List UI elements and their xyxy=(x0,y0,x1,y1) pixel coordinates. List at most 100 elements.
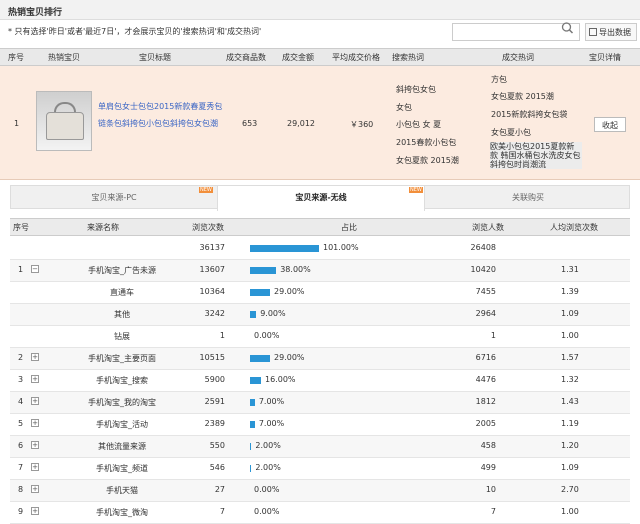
col-deal-words: 成交热词 xyxy=(502,53,534,62)
tab-label: 关联购买 xyxy=(512,193,544,202)
visitors-count: 10 xyxy=(485,485,496,494)
expand-icon[interactable]: + xyxy=(31,419,39,427)
product-title-link[interactable]: 单肩包女士包包2015新款春夏秀包链条包斜挎包小包包斜挎包女包潮 xyxy=(98,98,228,132)
source-row: 6 其他流量来源 550 458 1.20 +2.00% xyxy=(10,436,630,458)
col-share: 占比 xyxy=(341,223,357,232)
collapse-icon[interactable]: − xyxy=(31,265,39,273)
col-search-words: 搜索热词 xyxy=(392,53,424,62)
expand-icon[interactable]: + xyxy=(31,397,39,405)
avg-views: 1.32 xyxy=(561,375,579,384)
source-row: 1 手机淘宝_广告未源 13607 10420 1.31 − 38.00% xyxy=(10,260,630,282)
views-count: 13607 xyxy=(199,265,225,274)
deal-word[interactable]: 2015新款斜挎女包袋 xyxy=(491,109,567,120)
share-label: 16.00% xyxy=(265,375,296,384)
visitors-count: 7455 xyxy=(475,287,496,296)
avg-views: 1.00 xyxy=(561,331,579,340)
source-row: 5 手机淘宝_活动 2389 2005 1.19 +7.00% xyxy=(10,414,630,436)
hot-item-index: 1 xyxy=(14,119,20,128)
row-index: 7 xyxy=(18,463,24,472)
col-source-name: 来源名称 xyxy=(87,223,119,232)
deal-word[interactable]: 女包夏小包 xyxy=(491,127,531,138)
row-index: 5 xyxy=(18,419,24,428)
search-icon[interactable] xyxy=(559,21,576,35)
visitors-count: 1 xyxy=(490,331,496,340)
source-name: 手机淘宝_活动 xyxy=(96,420,148,429)
col-amount[interactable]: 成交金额 xyxy=(282,52,314,63)
source-name: 其他流量来源 xyxy=(98,442,146,451)
share-label: 29.00% xyxy=(274,287,305,296)
source-name: 钻展 xyxy=(114,332,130,341)
col-detail: 宝贝详情 xyxy=(589,53,621,62)
visitors-count: 7 xyxy=(490,507,496,516)
source-name: 手机淘宝_主要页面 xyxy=(88,354,156,363)
tab-related-purchase[interactable]: 关联购买 xyxy=(425,186,631,209)
visitors-count: 2964 xyxy=(475,309,496,318)
col-product: 热销宝贝 xyxy=(48,53,80,62)
expand-icon[interactable]: + xyxy=(31,485,39,493)
avg-views: 1.20 xyxy=(561,441,579,450)
share-bar xyxy=(250,311,257,318)
col-avg-views: 人均浏览次数 xyxy=(550,223,598,232)
collapse-button[interactable]: 收起 xyxy=(594,117,626,132)
source-row: 7 手机淘宝_频道 546 499 1.09 +2.00% xyxy=(10,458,630,480)
share-bar xyxy=(250,421,255,428)
search-word[interactable]: 2015春款小包包 xyxy=(396,137,456,148)
new-badge: NEW xyxy=(199,187,213,193)
expand-icon[interactable]: + xyxy=(31,441,39,449)
source-name: 直通车 xyxy=(110,288,134,297)
avg-views: 1.31 xyxy=(561,265,579,274)
row-index: 2 xyxy=(18,353,24,362)
notice-bar: * 只有选择'昨日'或者'最近7日'，才会展示宝贝的'搜索热词'和'成交热词' … xyxy=(0,20,640,44)
expand-icon[interactable]: + xyxy=(31,375,39,383)
deal-word[interactable]: 欧美小包包2015夏款新款 韩国水桶包水洗皮女包斜挎包时尚潮流 xyxy=(490,142,582,169)
col-views: 浏览次数 xyxy=(192,223,224,232)
expand-icon[interactable]: + xyxy=(31,507,39,515)
share-bar xyxy=(250,267,277,274)
views-count: 3242 xyxy=(204,309,225,318)
new-badge: NEW xyxy=(409,187,423,193)
share-label: 0.00% xyxy=(254,485,280,494)
source-name: 手机淘宝_广告未源 xyxy=(88,266,156,275)
visitors-count: 2005 xyxy=(475,419,496,428)
deal-word[interactable]: 女包夏款 2015潮 xyxy=(491,91,554,102)
views-count: 10515 xyxy=(199,353,225,362)
source-row: 4 手机淘宝_我的淘宝 2591 1812 1.43 +7.00% xyxy=(10,392,630,414)
share-label: 29.00% xyxy=(274,353,305,362)
deal-word[interactable]: 方包 xyxy=(491,74,507,85)
col-avg-price[interactable]: 平均成交价格 xyxy=(332,52,380,63)
expand-icon[interactable]: + xyxy=(31,353,39,361)
source-row: 钻展 1 1 1.00 0.00% xyxy=(10,326,630,348)
row-index: 4 xyxy=(18,397,24,406)
views-count: 5900 xyxy=(204,375,225,384)
avg-views: 2.70 xyxy=(561,485,579,494)
search-word[interactable]: 小包包 女 夏 xyxy=(396,119,441,130)
avg-views: 1.57 xyxy=(561,353,579,362)
views-count: 10364 xyxy=(199,287,225,296)
export-button[interactable]: 导出数据 xyxy=(585,23,637,41)
visitors-count: 26408 xyxy=(470,243,496,252)
source-row: 36137 26408 101.00% xyxy=(10,238,630,260)
avg-views: 1.39 xyxy=(561,287,579,296)
source-name: 手机淘宝_我的淘宝 xyxy=(88,398,156,407)
download-icon xyxy=(589,28,597,36)
col-qty[interactable]: 成交商品数 xyxy=(226,52,266,63)
search-word[interactable]: 斜挎包女包 xyxy=(396,84,436,95)
views-count: 2389 xyxy=(204,419,225,428)
share-bar xyxy=(250,465,252,472)
tab-source-mobile[interactable]: 宝贝来源-无线 xyxy=(217,186,425,211)
share-label: 0.00% xyxy=(254,331,280,340)
visitors-count: 4476 xyxy=(475,375,496,384)
share-label: 38.00% xyxy=(280,265,311,274)
source-name: 手机淘宝_搜索 xyxy=(96,376,148,385)
share-label: 2.00% xyxy=(255,463,281,472)
avg-views: 1.09 xyxy=(561,309,579,318)
source-row: 9 手机淘宝_微淘 7 7 1.00 +0.00% xyxy=(10,502,630,524)
source-row: 2 手机淘宝_主要页面 10515 6716 1.57 +29.00% xyxy=(10,348,630,370)
product-image[interactable] xyxy=(36,91,92,151)
expand-icon[interactable]: + xyxy=(31,463,39,471)
search-word[interactable]: 女包夏款 2015潮 xyxy=(396,155,459,166)
search-word[interactable]: 女包 xyxy=(396,102,412,113)
tab-source-pc[interactable]: 宝贝来源-PC xyxy=(11,186,217,209)
visitors-count: 458 xyxy=(480,441,496,450)
col-visitors: 浏览人数 xyxy=(472,223,504,232)
